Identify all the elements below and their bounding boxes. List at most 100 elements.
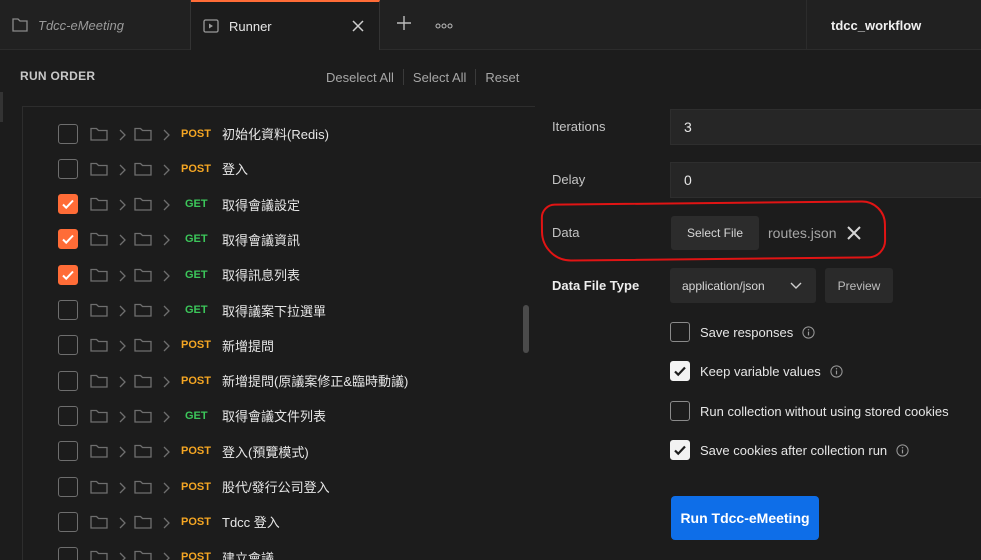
request-checkbox[interactable] <box>58 511 78 532</box>
request-list-scrollbar[interactable] <box>523 113 529 560</box>
chevron-right-icon <box>118 269 126 282</box>
close-icon[interactable] <box>351 19 365 33</box>
new-tab-button[interactable] <box>393 13 415 35</box>
option-checkbox[interactable] <box>670 440 690 460</box>
request-row[interactable]: POST 新增提問(原議案修正&臨時動議) <box>23 363 523 398</box>
folder-icon <box>90 162 108 176</box>
chevron-right-icon <box>162 410 170 423</box>
option-row: Save responses <box>670 321 815 343</box>
chevron-down-icon <box>790 282 802 289</box>
tab-collection[interactable]: Tdcc-eMeeting <box>0 0 191 50</box>
request-method: GET <box>185 198 208 211</box>
request-method: POST <box>181 551 211 560</box>
request-row[interactable]: GET 取得會議資訊 <box>23 222 523 257</box>
chevron-right-icon <box>118 516 126 529</box>
preview-button[interactable]: Preview <box>825 268 893 303</box>
chevron-right-icon <box>118 304 126 317</box>
request-name: 初始化資料(Redis) <box>222 127 329 142</box>
request-row[interactable]: POST 股代/發行公司登入 <box>23 469 523 504</box>
workspace-name[interactable]: tdcc_workflow <box>806 0 981 50</box>
tab-runner[interactable]: Runner <box>191 0 380 50</box>
request-checkbox[interactable] <box>58 476 78 497</box>
chevron-right-icon <box>118 551 126 560</box>
folder-icon <box>134 232 152 247</box>
folder-icon <box>134 127 152 141</box>
request-name: 建立會議 <box>222 550 275 560</box>
folder-icon <box>134 197 152 211</box>
request-checkbox[interactable] <box>58 370 78 391</box>
option-checkbox[interactable] <box>670 322 690 342</box>
annotation-highlight <box>540 200 887 262</box>
chevron-right-icon <box>162 375 170 388</box>
deselect-all-button[interactable]: Deselect All <box>326 70 394 85</box>
scrollbar-thumb[interactable] <box>523 305 529 353</box>
plus-icon <box>397 16 411 30</box>
chevron-right-icon <box>118 375 126 388</box>
request-method: POST <box>181 339 211 352</box>
request-row[interactable]: POST 登入 <box>23 151 523 186</box>
option-label: Save cookies after collection run <box>700 442 888 458</box>
chevron-right-icon <box>162 233 170 246</box>
request-checkbox[interactable] <box>58 300 78 320</box>
request-checkbox[interactable] <box>58 194 78 215</box>
request-row[interactable]: GET 取得訊息列表 <box>23 257 523 292</box>
delay-input[interactable]: 0 <box>670 162 981 198</box>
folder-icon <box>134 515 152 529</box>
request-checkbox[interactable] <box>58 264 78 285</box>
request-name: 股代/發行公司登入 <box>222 480 330 495</box>
folder-icon <box>90 127 108 141</box>
run-order-title: RUN ORDER <box>20 69 96 83</box>
run-collection-button[interactable]: Run Tdcc-eMeeting <box>671 496 819 540</box>
info-icon[interactable] <box>896 443 909 457</box>
chevron-right-icon <box>118 481 126 493</box>
chevron-right-icon <box>118 233 126 246</box>
request-name: 取得會議設定 <box>222 197 301 213</box>
request-row[interactable]: POST 新增提問 <box>23 328 523 363</box>
request-row[interactable]: POST 登入(預覽模式) <box>23 434 523 469</box>
request-checkbox[interactable] <box>58 229 78 250</box>
request-row[interactable]: GET 取得會議設定 <box>23 187 523 222</box>
request-checkbox[interactable] <box>58 158 78 179</box>
option-checkbox[interactable] <box>670 401 690 421</box>
reset-button[interactable]: Reset <box>485 70 519 85</box>
chevron-right-icon <box>118 198 126 211</box>
request-checkbox[interactable] <box>58 441 78 462</box>
folder-icon <box>90 232 108 247</box>
option-row: Run collection without using stored cook… <box>670 400 949 422</box>
chevron-right-icon <box>118 128 126 140</box>
request-row[interactable]: GET 取得議案下拉選單 <box>23 293 523 328</box>
request-name: 登入(預覽模式) <box>222 444 309 460</box>
folder-icon <box>134 550 152 560</box>
iterations-input[interactable]: 3 <box>670 109 981 145</box>
tab-collection-label: Tdcc-eMeeting <box>38 17 124 33</box>
more-tabs-button[interactable] <box>433 13 455 35</box>
request-checkbox[interactable] <box>58 405 78 426</box>
request-row[interactable]: GET 取得會議文件列表 <box>23 398 523 433</box>
option-row: Keep variable values <box>670 360 843 382</box>
request-row[interactable]: POST 初始化資料(Redis) <box>23 116 523 151</box>
request-row[interactable]: POST Tdcc 登入 <box>23 504 523 539</box>
request-checkbox[interactable] <box>58 335 78 356</box>
request-checkbox[interactable] <box>58 123 78 144</box>
request-method: GET <box>185 409 208 422</box>
collection-icon <box>12 18 28 32</box>
folder-icon <box>90 409 108 423</box>
select-all-button[interactable]: Select All <box>413 70 466 85</box>
request-checkbox[interactable] <box>58 547 78 560</box>
request-name: 新增提問(原議案修正&臨時動議) <box>222 374 409 390</box>
info-icon[interactable] <box>802 325 815 339</box>
info-icon[interactable] <box>830 364 843 378</box>
request-name: 取得會議文件列表 <box>222 409 327 425</box>
chevron-right-icon <box>118 339 126 352</box>
option-checkbox[interactable] <box>670 361 690 381</box>
folder-icon <box>134 162 152 176</box>
chevron-right-icon <box>162 551 170 560</box>
option-label: Save responses <box>700 324 794 340</box>
request-method: GET <box>185 304 208 316</box>
data-file-type-select[interactable]: application/json <box>670 268 816 303</box>
chevron-right-icon <box>162 516 170 529</box>
chevron-right-icon <box>162 481 170 493</box>
request-row[interactable]: POST 建立會議 <box>23 540 523 560</box>
folder-icon <box>134 374 152 388</box>
request-name: 新增提問 <box>222 338 275 354</box>
